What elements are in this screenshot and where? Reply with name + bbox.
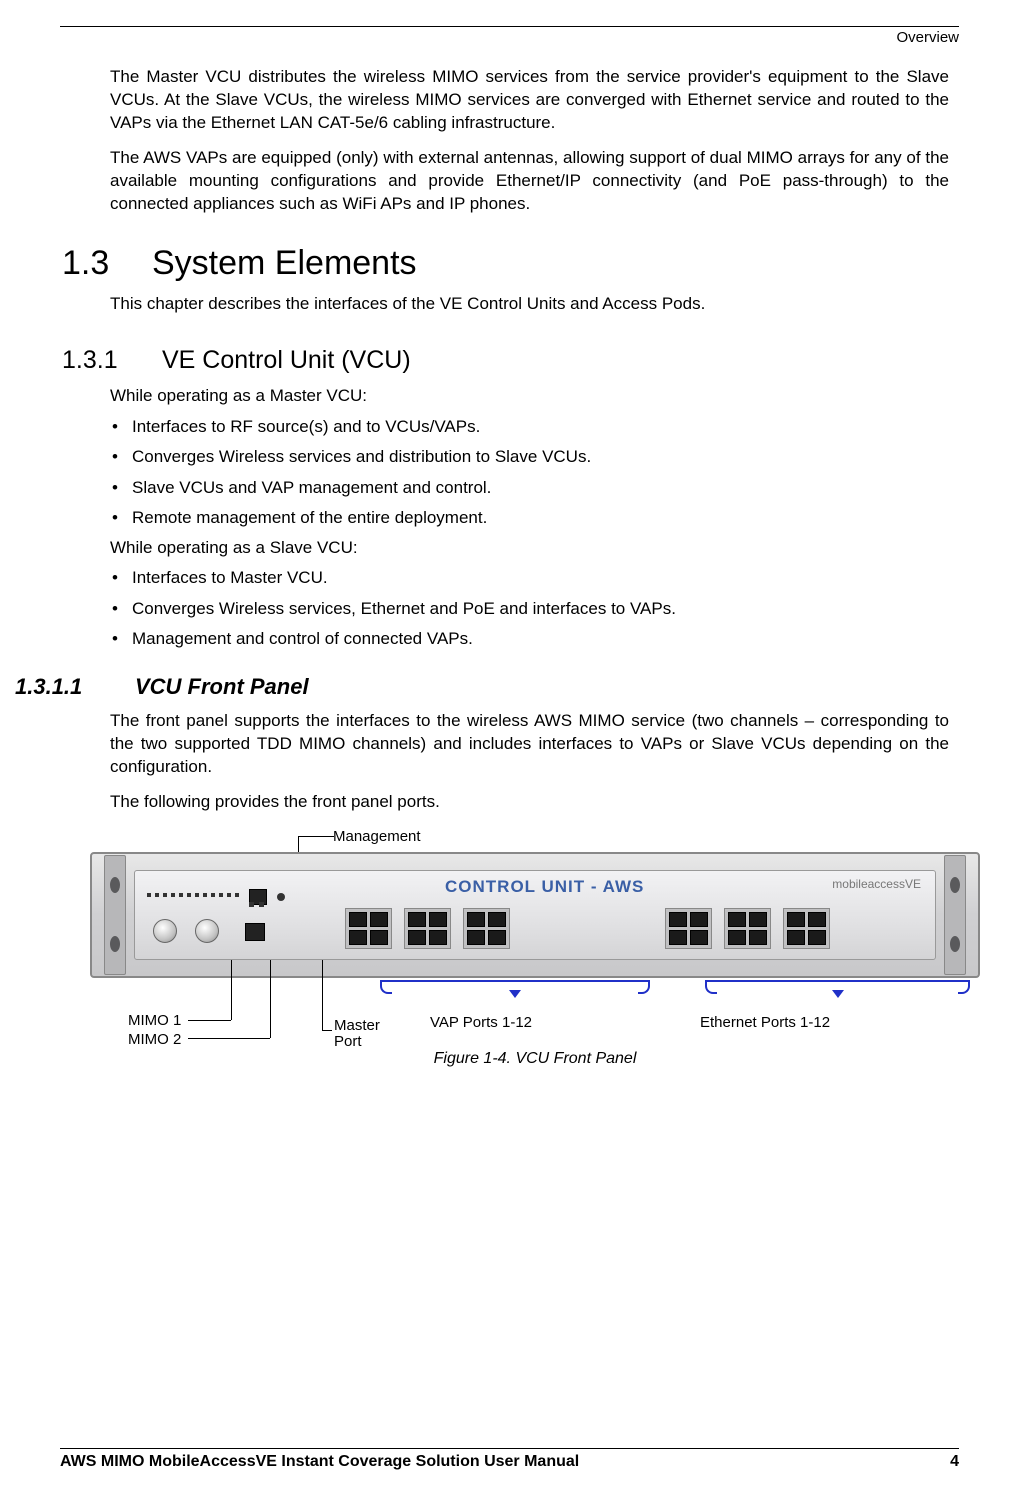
callout-eth-ports: Ethernet Ports 1-12 [700, 1014, 830, 1031]
callout-management: Management [333, 828, 421, 845]
brace-eth [705, 980, 970, 990]
device-faceplate: CONTROL UNIT - AWS mobileaccessVE [134, 870, 936, 960]
ethernet-port-group [665, 908, 830, 949]
list-item: Converges Wireless services and distribu… [110, 444, 949, 470]
master-port [245, 923, 265, 941]
slave-intro: While operating as a Slave VCU: [110, 537, 949, 560]
master-bullet-list: Interfaces to RF source(s) and to VCUs/V… [110, 414, 949, 531]
section-intro: This chapter describes the interfaces of… [110, 293, 949, 316]
intro-paragraph-2: The AWS VAPs are equipped (only) with ex… [110, 147, 949, 216]
rack-ear-left [104, 855, 126, 975]
heading-title: System Elements [152, 244, 417, 282]
heading-1-3-1: 1.3.1VE Control Unit (VCU) [62, 346, 949, 375]
heading-1-3-1-1: 1.3.1.1VCU Front Panel [15, 674, 949, 700]
front-panel-p2: The following provides the front panel p… [110, 791, 949, 814]
slave-bullet-list: Interfaces to Master VCU. Converges Wire… [110, 565, 949, 652]
list-item: Remote management of the entire deployme… [110, 505, 949, 531]
callout-line [270, 960, 271, 1038]
figure-vcu-front-panel: Management CONTROL UNIT - AWS [80, 828, 990, 1088]
heading-num: 1.3.1 [62, 346, 162, 375]
front-panel-p1: The front panel supports the interfaces … [110, 710, 949, 779]
power-activity-leds [249, 902, 264, 907]
heading-1-3: 1.3System Elements [62, 244, 949, 283]
callout-vap-ports: VAP Ports 1-12 [430, 1014, 532, 1031]
heading-title: VCU Front Panel [135, 674, 309, 699]
intro-paragraph-1: The Master VCU distributes the wireless … [110, 66, 949, 135]
reset-button [277, 893, 285, 901]
footer-rule [60, 1448, 959, 1449]
callout-line [188, 1038, 270, 1039]
left-port-block [145, 879, 305, 951]
callout-mimo1: MIMO 1 [128, 1012, 181, 1029]
rack-ear-right [944, 855, 966, 975]
list-item: Management and control of connected VAPs… [110, 626, 949, 652]
page-footer: AWS MIMO MobileAccessVE Instant Coverage… [60, 1448, 959, 1471]
device-brand: mobileaccessVE [832, 877, 921, 891]
master-intro: While operating as a Master VCU: [110, 385, 949, 408]
callout-line [322, 960, 323, 1030]
figure-caption: Figure 1-4. VCU Front Panel [80, 1050, 990, 1068]
list-item: Interfaces to Master VCU. [110, 565, 949, 591]
header-rule [60, 26, 959, 27]
callout-line [322, 1030, 332, 1031]
rf-connector-mimo2 [195, 919, 219, 943]
footer-title: AWS MIMO MobileAccessVE Instant Coverage… [60, 1453, 579, 1471]
heading-num: 1.3.1.1 [15, 674, 135, 700]
device-chassis: CONTROL UNIT - AWS mobileaccessVE [90, 852, 980, 978]
list-item: Interfaces to RF source(s) and to VCUs/V… [110, 414, 949, 440]
heading-title: VE Control Unit (VCU) [162, 346, 411, 374]
header-section-label: Overview [60, 29, 959, 46]
list-item: Converges Wireless services, Ethernet an… [110, 596, 949, 622]
status-leds [147, 893, 239, 897]
callout-line [188, 1020, 231, 1021]
list-item: Slave VCUs and VAP management and contro… [110, 475, 949, 501]
brace-vap [380, 980, 650, 990]
callout-mimo2: MIMO 2 [128, 1031, 181, 1048]
callout-line [231, 960, 232, 1020]
device-title: CONTROL UNIT - AWS [445, 877, 644, 897]
rf-connector-mimo1 [153, 919, 177, 943]
callout-master-port: Master Port [334, 1018, 390, 1051]
vap-port-group [345, 908, 510, 949]
footer-page-number: 4 [950, 1453, 959, 1471]
heading-num: 1.3 [62, 244, 152, 283]
